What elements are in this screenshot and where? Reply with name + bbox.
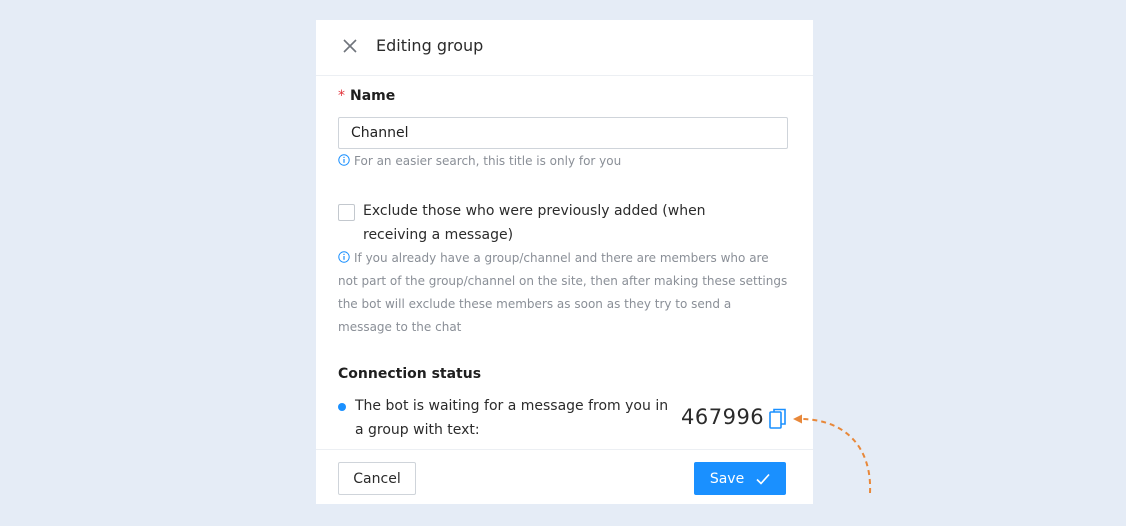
modal-header: Editing group <box>316 20 813 76</box>
exclude-hint-text: If you already have a group/channel and … <box>338 251 788 334</box>
pointer-arrow <box>793 414 872 494</box>
modal-footer: Cancel Save <box>316 449 813 504</box>
required-mark: * <box>338 88 345 104</box>
save-button-label: Save <box>709 470 745 487</box>
check-icon <box>756 473 770 485</box>
info-icon <box>338 251 350 263</box>
name-hint-text: For an easier search, this title is only… <box>354 154 622 168</box>
exclude-checkbox[interactable] <box>338 204 355 221</box>
status-text: The bot is waiting for a message from yo… <box>355 398 669 438</box>
connection-code: 467996 <box>681 405 765 429</box>
name-input[interactable] <box>338 117 788 149</box>
exclude-hint: If you already have a group/channel and … <box>338 247 788 339</box>
close-icon[interactable] <box>342 38 358 54</box>
cancel-button[interactable]: Cancel <box>338 462 416 495</box>
modal-title: Editing group <box>376 36 484 55</box>
exclude-label[interactable]: Exclude those who were previously added … <box>363 199 773 247</box>
status-indicator <box>338 403 346 411</box>
connection-status-title: Connection status <box>338 366 482 382</box>
name-label-text: Name <box>350 88 396 104</box>
name-hint: For an easier search, this title is only… <box>338 150 621 173</box>
copy-icon[interactable] <box>769 408 787 430</box>
name-label: * Name <box>338 88 395 104</box>
save-button[interactable]: Save <box>694 462 786 495</box>
info-icon <box>338 154 350 166</box>
edit-group-modal: Editing group * Name For an easier search… <box>316 20 813 504</box>
